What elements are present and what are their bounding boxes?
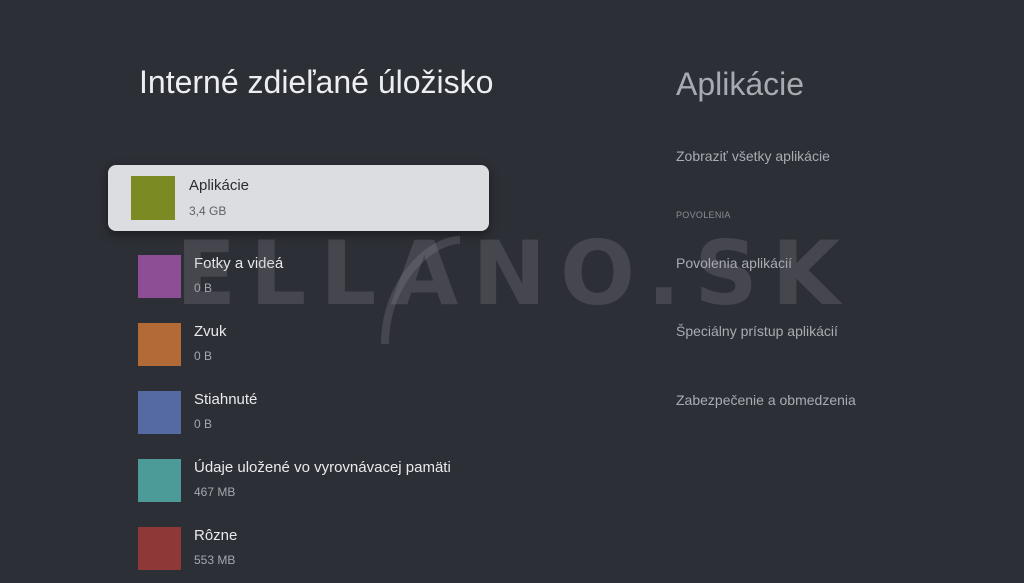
storage-item-apps[interactable]: Aplikácie 3,4 GB bbox=[108, 165, 489, 231]
security-restrictions-item[interactable]: Zabezpečenie a obmedzenia bbox=[676, 392, 856, 408]
storage-item-name: Údaje uložené vo vyrovnávacej pamäti bbox=[194, 459, 451, 476]
storage-item-misc[interactable]: Rôzne 553 MB bbox=[108, 515, 489, 583]
app-permissions-item[interactable]: Povolenia aplikácií bbox=[676, 255, 792, 271]
storage-item-downloads[interactable]: Stiahnuté 0 B bbox=[108, 379, 489, 447]
show-all-apps-item[interactable]: Zobraziť všetky aplikácie bbox=[676, 148, 830, 164]
storage-settings-screen: Interné zdieľané úložisko Aplikácie 3,4 … bbox=[0, 0, 1024, 576]
page-title: Interné zdieľané úložisko bbox=[139, 64, 494, 100]
permissions-section-header: POVOLENIA bbox=[676, 210, 731, 220]
special-app-access-item[interactable]: Špeciálny prístup aplikácií bbox=[676, 323, 838, 339]
storage-item-size: 0 B bbox=[194, 281, 213, 295]
detail-pane-title: Aplikácie bbox=[676, 66, 805, 102]
storage-item-name: Aplikácie bbox=[189, 177, 250, 194]
storage-item-size: 0 B bbox=[194, 417, 213, 431]
storage-item-size: 0 B bbox=[194, 349, 213, 363]
storage-item-cached-data[interactable]: Údaje uložené vo vyrovnávacej pamäti 467… bbox=[108, 447, 489, 515]
color-swatch bbox=[138, 323, 181, 366]
color-swatch bbox=[138, 391, 181, 434]
storage-item-size: 553 MB bbox=[194, 553, 236, 567]
storage-item-name: Zvuk bbox=[194, 323, 227, 340]
storage-item-size: 467 MB bbox=[194, 485, 236, 499]
color-swatch bbox=[138, 459, 181, 502]
color-swatch bbox=[138, 255, 181, 298]
storage-item-photos-videos[interactable]: Fotky a videá 0 B bbox=[108, 243, 489, 311]
storage-category-list: Aplikácie 3,4 GB Fotky a videá 0 B Zvuk … bbox=[108, 165, 489, 583]
color-swatch bbox=[131, 176, 175, 220]
storage-item-name: Rôzne bbox=[194, 527, 238, 544]
storage-item-name: Stiahnuté bbox=[194, 391, 258, 408]
storage-item-size: 3,4 GB bbox=[189, 204, 227, 218]
storage-item-audio[interactable]: Zvuk 0 B bbox=[108, 311, 489, 379]
color-swatch bbox=[138, 527, 181, 570]
storage-item-name: Fotky a videá bbox=[194, 255, 284, 272]
